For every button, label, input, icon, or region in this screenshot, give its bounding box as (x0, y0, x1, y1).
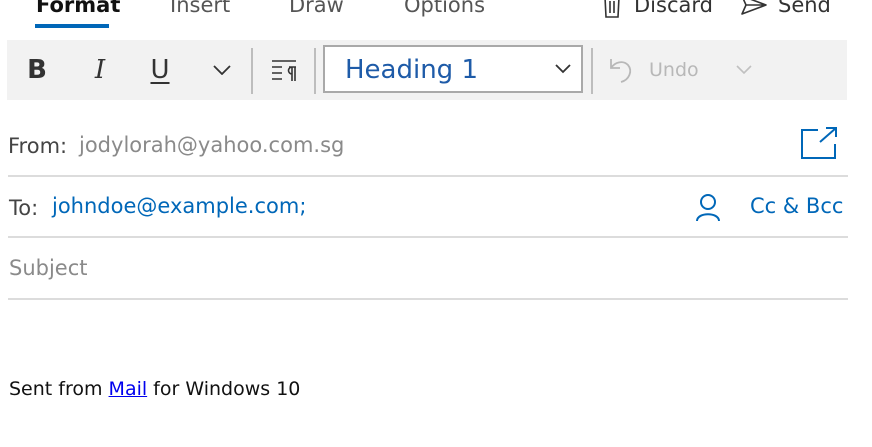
person-icon (696, 194, 720, 222)
undo-icon (610, 59, 632, 83)
divider (8, 236, 848, 238)
divider (8, 298, 848, 300)
contacts-button[interactable] (694, 193, 722, 223)
tab-draw[interactable]: Draw (289, 0, 344, 20)
underline-button[interactable]: U (147, 40, 173, 100)
paragraph-icon (272, 60, 296, 81)
discard-label: Discard (634, 0, 713, 17)
popout-button[interactable] (800, 126, 838, 160)
format-toolbar: B I U Heading 1 Undo (7, 40, 847, 100)
to-label: To: (9, 196, 39, 220)
popout-icon (801, 127, 837, 159)
from-account[interactable]: jodylorah@yahoo.com.sg (79, 133, 344, 157)
undo-button[interactable]: Undo (607, 40, 727, 100)
signature-suffix: for Windows 10 (147, 378, 301, 400)
cc-bcc-button[interactable]: Cc & Bcc (750, 194, 843, 218)
mail-link[interactable]: Mail (109, 378, 148, 400)
italic-button[interactable]: I (87, 40, 113, 100)
paragraph-style-value: Heading 1 (345, 55, 478, 85)
divider (8, 175, 848, 177)
undo-more-button[interactable] (734, 40, 754, 100)
from-label: From: (8, 134, 68, 158)
undo-label: Undo (649, 59, 699, 81)
tab-format[interactable]: Format (36, 0, 120, 20)
send-icon (740, 0, 768, 17)
chevron-down-icon (555, 64, 571, 74)
to-recipient[interactable]: johndoe@example.com; (52, 194, 306, 218)
subject-field[interactable]: Subject (9, 256, 88, 280)
send-label: Send (778, 0, 831, 17)
paragraph-style-dropdown[interactable]: Heading 1 (323, 45, 583, 93)
toolbar-divider (251, 48, 253, 94)
tab-options[interactable]: Options (404, 0, 485, 20)
discard-button[interactable]: Discard (600, 0, 713, 20)
toolbar-divider (591, 48, 593, 94)
ribbon-tabs: Format Insert Draw Options Discard Send (0, 0, 872, 30)
more-font-options-button[interactable] (211, 40, 233, 100)
message-body[interactable]: Sent from Mail for Windows 10 (9, 378, 300, 400)
toolbar-divider (314, 48, 316, 94)
tab-insert[interactable]: Insert (170, 0, 230, 20)
paragraph-format-button[interactable] (267, 40, 301, 100)
signature-prefix: Sent from (9, 378, 109, 400)
chevron-down-icon (213, 65, 231, 75)
discard-icon (600, 0, 624, 19)
send-button[interactable]: Send (740, 0, 831, 20)
chevron-down-icon (736, 65, 752, 75)
active-tab-indicator (35, 24, 109, 28)
bold-button[interactable]: B (24, 40, 50, 100)
